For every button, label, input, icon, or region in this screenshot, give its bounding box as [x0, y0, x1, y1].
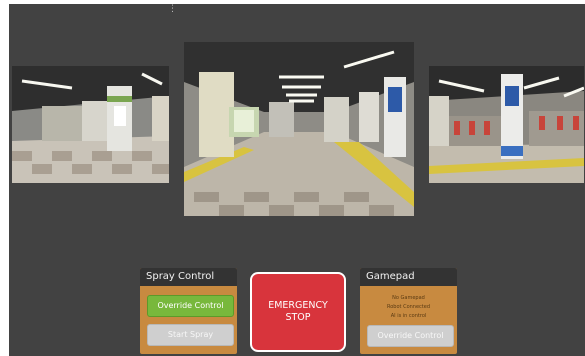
camera-feed-right — [429, 66, 584, 183]
spray-control-title: Spray Control — [140, 268, 237, 286]
gamepad-status-robot: Robot Connected — [386, 304, 430, 310]
emergency-label-line1: EMERGENCY — [268, 300, 328, 311]
emergency-label-line2: STOP — [285, 312, 311, 323]
gamepad-status-control: AI is in control — [390, 313, 427, 319]
window-left-edge — [0, 0, 9, 356]
spray-control-panel: Spray Control Override Control Start Spr… — [140, 268, 237, 354]
emergency-stop-button[interactable]: EMERGENCY STOP — [250, 272, 346, 352]
drag-handle-icon[interactable]: ⋮ — [168, 5, 177, 15]
gamepad-override-control-button[interactable]: Override Control — [367, 325, 454, 347]
gamepad-panel: Gamepad No Gamepad Robot Connected AI is… — [360, 268, 457, 354]
camera-feed-center — [184, 42, 414, 216]
start-spray-button[interactable]: Start Spray — [147, 324, 234, 346]
gamepad-status-connection: No Gamepad — [392, 295, 425, 301]
camera-feed-left — [12, 66, 169, 183]
window-top-edge — [0, 0, 585, 4]
spray-override-control-button[interactable]: Override Control — [147, 295, 234, 317]
gamepad-title: Gamepad — [360, 268, 457, 286]
